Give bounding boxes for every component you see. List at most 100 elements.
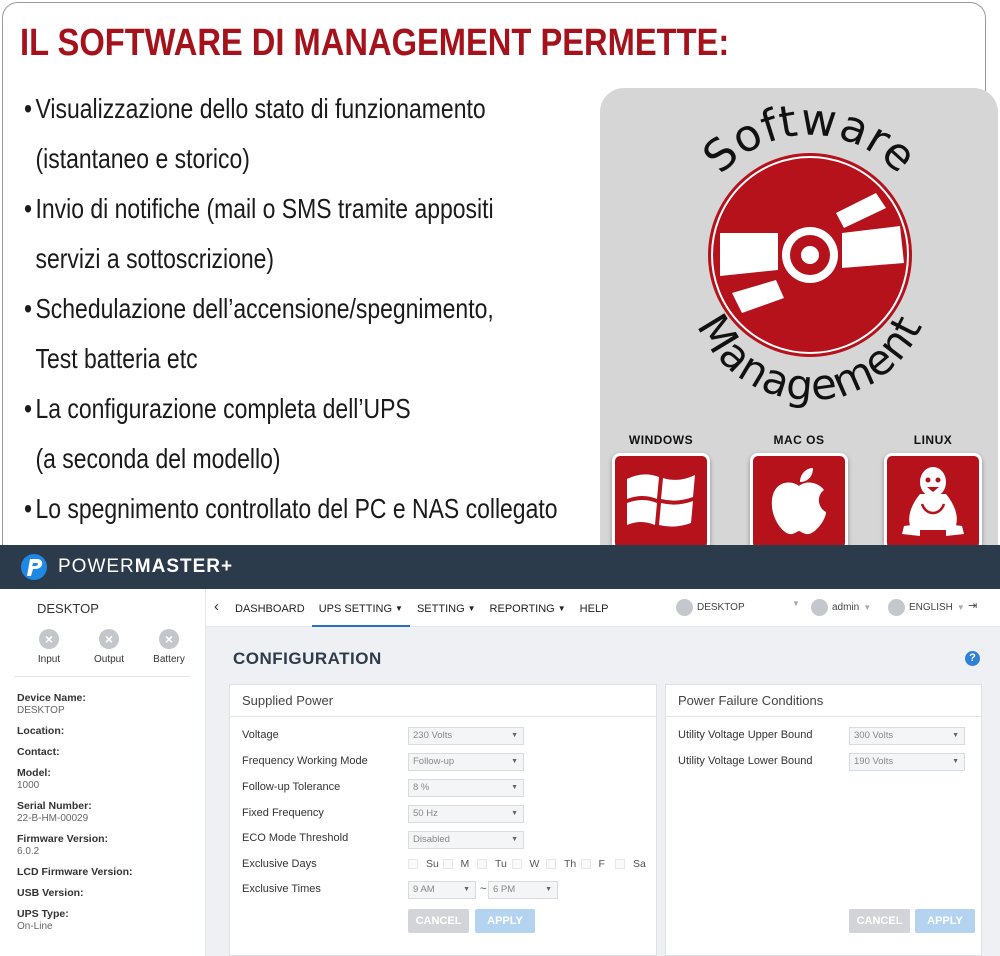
globe-icon: [888, 599, 905, 616]
field-label: Follow-up Tolerance: [242, 781, 341, 793]
feature-item: (istantaneo e storico): [35, 143, 250, 174]
caret-down-icon: ▼: [467, 604, 476, 613]
followup-tolerance-select[interactable]: 8 % ▼: [408, 779, 524, 797]
day-checkbox[interactable]: M: [442, 858, 478, 870]
info-row: Model: 1000: [17, 767, 51, 791]
sidebar-device-title: DESKTOP: [37, 601, 99, 616]
powermaster-logo-icon: [21, 554, 47, 580]
x-circle-icon: ×: [159, 629, 179, 649]
monitor-icon: [676, 599, 693, 616]
caret-down-icon: ▼: [511, 836, 518, 843]
page-title: CONFIGURATION: [233, 649, 382, 668]
os-macos: MAC OS: [747, 433, 851, 551]
feature-item: Test batteria etc: [35, 343, 198, 374]
feature-item: • Lo spegnimento controllato del PC e NAS…: [24, 493, 558, 524]
windows-icon: [627, 474, 695, 527]
field-label: Exclusive Days: [242, 858, 317, 870]
caret-down-icon: ▼: [545, 886, 552, 893]
logo-panel: Software Management WINDOWS MAC OS LINUX: [600, 88, 998, 580]
field-fixed-frequency: Fixed Frequency: [242, 807, 324, 819]
app-header: POWERMASTER+: [0, 545, 1000, 589]
status-label: Output: [93, 654, 125, 665]
os-windows: WINDOWS: [609, 433, 713, 551]
day-checkbox[interactable]: Th: [546, 858, 581, 870]
apply-button[interactable]: APPLY: [915, 909, 975, 933]
apple-icon: [771, 468, 826, 535]
caret-down-icon: ▼: [792, 599, 800, 608]
field-voltage: Voltage: [242, 729, 279, 741]
macos-tile: [750, 453, 848, 551]
caret-down-icon: ▼: [463, 886, 470, 893]
caret-down-icon: ▼: [952, 758, 959, 765]
feature-item: servizi a sottoscrizione): [35, 243, 275, 274]
info-row: LCD Firmware Version:: [17, 866, 133, 878]
feature-item: • Invio di notifiche (mail o SMS tramite …: [24, 193, 494, 224]
field-label: Fixed Frequency: [242, 807, 324, 819]
user-name: admin: [832, 602, 860, 613]
field-label: Voltage: [242, 729, 279, 741]
logout-icon[interactable]: ⇥: [968, 599, 977, 612]
caret-down-icon: ▼: [511, 810, 518, 817]
tux-icon: [902, 467, 964, 536]
device-dropdown-caret[interactable]: ▼: [792, 599, 800, 608]
os-label: LINUX: [913, 433, 953, 447]
field-frequency-mode: Frequency Working Mode: [242, 755, 368, 767]
user-menu[interactable]: admin ▼: [811, 599, 871, 616]
voltage-select[interactable]: 230 Volts ▼: [408, 727, 524, 745]
day-checkbox[interactable]: Sa: [615, 858, 650, 870]
sidebar: DESKTOP × Input × Output × Battery Devic…: [0, 589, 206, 956]
nav-setting[interactable]: SETTING ▼: [410, 589, 483, 627]
day-checkbox[interactable]: Su: [408, 858, 443, 870]
feature-item: • Schedulazione dell’accensione/spegnimen…: [24, 293, 494, 324]
field-upper-bound: Utility Voltage Upper Bound: [678, 729, 813, 741]
nav-dashboard[interactable]: DASHBOARD: [228, 589, 312, 627]
field-label: Frequency Working Mode: [242, 755, 368, 767]
time-separator: ~: [480, 883, 487, 895]
status-battery: × Battery: [148, 629, 190, 665]
feature-list: • Visualizzazione dello stato di funziona…: [24, 84, 675, 534]
panel-title: Supplied Power: [230, 685, 656, 717]
device-selector[interactable]: DESKTOP: [676, 599, 745, 616]
caret-down-icon: ▼: [511, 758, 518, 765]
info-row: USB Version:: [17, 887, 84, 899]
nav-ups-setting[interactable]: UPS SETTING ▼: [311, 589, 410, 627]
cancel-button[interactable]: CANCEL: [408, 909, 469, 933]
field-label: Utility Voltage Upper Bound: [678, 729, 813, 741]
day-checkbox[interactable]: F: [580, 858, 616, 870]
help-icon[interactable]: ?: [965, 651, 980, 666]
frequency-mode-select[interactable]: Follow-up ▼: [408, 753, 524, 771]
eco-threshold-select[interactable]: Disabled ▼: [408, 831, 524, 849]
x-circle-icon: ×: [39, 629, 59, 649]
day-checkbox[interactable]: Tu: [477, 858, 512, 870]
cancel-button[interactable]: CANCEL: [849, 909, 910, 933]
x-circle-icon: ×: [99, 629, 119, 649]
apply-button[interactable]: APPLY: [475, 909, 535, 933]
info-row: Location:: [17, 725, 65, 737]
nav-reporting[interactable]: REPORTING ▼: [483, 589, 573, 627]
time-from-select[interactable]: 9 AM ▼: [408, 881, 476, 899]
day-checkbox[interactable]: W: [511, 858, 547, 870]
brand[interactable]: POWERMASTER+: [20, 553, 233, 581]
software-management-logo: Software Management: [688, 94, 931, 411]
field-label: Utility Voltage Lower Bound: [678, 755, 813, 767]
field-exclusive-days: Exclusive Days: [242, 858, 317, 870]
caret-down-icon: ▼: [511, 732, 518, 739]
info-row: Firmware Version: 6.0.2: [17, 833, 109, 857]
language-menu[interactable]: ENGLISH ▼: [888, 599, 965, 616]
fixed-frequency-select[interactable]: 50 Hz ▼: [408, 805, 524, 823]
nav-help[interactable]: HELP: [573, 589, 616, 627]
os-label: MAC OS: [773, 433, 825, 447]
brand-name: POWERMASTER+: [58, 556, 234, 577]
info-row: Device Name: DESKTOP: [17, 692, 86, 716]
time-to-select[interactable]: 6 PM ▼: [488, 881, 558, 899]
caret-down-icon: ▼: [956, 603, 965, 612]
chevron-left-icon[interactable]: ‹: [214, 598, 219, 615]
status-label: Battery: [153, 654, 185, 665]
nav-bar: ‹ DASHBOARD UPS SETTING ▼ SETTING ▼ REPORT…: [206, 589, 1000, 627]
lower-bound-select[interactable]: 190 Volts ▼: [849, 753, 965, 771]
status-indicators: × Input × Output × Battery: [28, 629, 190, 665]
upper-bound-select[interactable]: 300 Volts ▼: [849, 727, 965, 745]
panel-title: Power Failure Conditions: [666, 685, 981, 717]
caret-down-icon: ▼: [557, 604, 566, 613]
status-input: × Input: [28, 629, 70, 665]
